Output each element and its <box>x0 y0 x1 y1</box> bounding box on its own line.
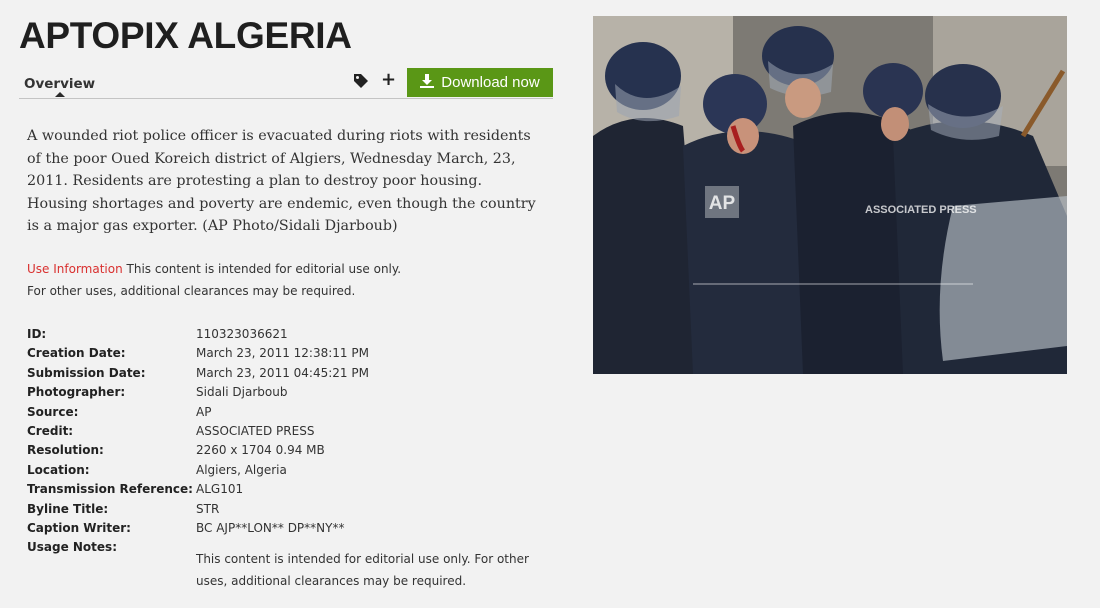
metadata-key: ID: <box>27 327 47 341</box>
metadata-row: Caption Writer: BC AJP**LON** DP**NY** <box>27 519 557 538</box>
metadata-row: ID: 110323036621 <box>27 325 557 344</box>
metadata-value: STR <box>196 501 220 516</box>
metadata-row: Resolution: 2260 x 1704 0.94 MB <box>27 441 557 460</box>
tab-overview[interactable]: Overview <box>24 76 95 92</box>
metadata-key: Photographer: <box>27 385 126 400</box>
use-info-line1: This content is intended for editorial u… <box>122 262 402 276</box>
plus-icon[interactable]: + <box>381 71 397 89</box>
metadata-value: 110323036621 <box>196 327 288 341</box>
metadata-value: March 23, 2011 12:38:11 PM <box>196 346 369 361</box>
download-label: Download now <box>441 74 540 91</box>
photo-illustration: AP ASSOCIATED PRESS <box>593 16 1067 374</box>
metadata-value: BC AJP**LON** DP**NY** <box>196 520 345 535</box>
metadata-row: Byline Title: STR <box>27 500 557 519</box>
metadata-row: Source: AP <box>27 403 557 422</box>
news-photo[interactable]: AP ASSOCIATED PRESS <box>593 16 1067 374</box>
metadata-row: Transmission Reference: ALG101 <box>27 480 557 499</box>
metadata-value: Algiers, Algeria <box>196 462 287 477</box>
download-icon <box>420 73 435 92</box>
tab-bar: Overview + Download now <box>19 68 553 99</box>
tag-icon[interactable] <box>352 72 370 90</box>
download-now-button[interactable]: Download now <box>407 68 553 97</box>
metadata-row: Photographer: Sidali Djarboub <box>27 383 557 402</box>
metadata-row: Location: Algiers, Algeria <box>27 461 557 480</box>
metadata-key: Usage Notes: <box>27 540 117 555</box>
metadata-value: Sidali Djarboub <box>196 385 288 400</box>
use-information: Use Information This content is intended… <box>27 258 547 302</box>
metadata-value: AP <box>196 404 212 419</box>
metadata-key: Credit: <box>27 423 74 438</box>
ap-watermark-text: AP <box>709 193 736 214</box>
metadata-key: Caption Writer: <box>27 520 131 535</box>
photo-caption: A wounded riot police officer is evacuat… <box>27 128 536 235</box>
metadata-key: Source: <box>27 404 79 419</box>
metadata-key: Creation Date: <box>27 346 126 361</box>
metadata-list: ID: 110323036621 Creation Date: March 23, … <box>27 325 557 588</box>
usage-notes-text: This content is intended for editorial u… <box>196 552 529 588</box>
associated-press-watermark: ASSOCIATED PRESS <box>865 204 977 216</box>
metadata-value: 2260 x 1704 0.94 MB <box>196 443 325 458</box>
metadata-key: Resolution: <box>27 443 104 458</box>
active-tab-indicator <box>55 92 65 97</box>
metadata-key: Transmission Reference: <box>27 482 193 497</box>
metadata-key: Location: <box>27 462 90 477</box>
metadata-row: Credit: ASSOCIATED PRESS <box>27 422 557 441</box>
metadata-value: March 23, 2011 04:45:21 PM <box>196 365 369 380</box>
metadata-row: Creation Date: March 23, 2011 12:38:11 PM <box>27 344 557 363</box>
metadata-value: ASSOCIATED PRESS <box>196 423 315 438</box>
metadata-key: Submission Date: <box>27 365 146 380</box>
metadata-row: Submission Date: March 23, 2011 04:45:21 … <box>27 364 557 383</box>
use-info-line2: For other uses, additional clearances ma… <box>27 284 356 298</box>
metadata-key: Byline Title: <box>27 501 109 516</box>
page-title: APTOPIX ALGERIA <box>19 15 352 56</box>
use-information-link[interactable]: Use Information <box>27 262 123 276</box>
metadata-value: ALG101 <box>196 482 244 497</box>
